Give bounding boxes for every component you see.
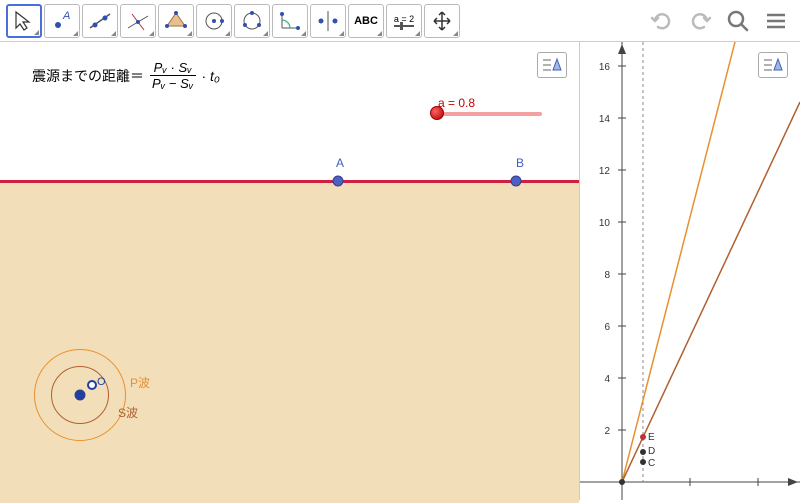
tool-move[interactable] (6, 4, 42, 38)
p-wave-label: P波 (130, 374, 150, 391)
slider-tool-label: a = 2 (394, 14, 414, 24)
tool-text[interactable]: ABC (348, 4, 384, 38)
s-wave-label: S波 (118, 404, 138, 421)
redo-button[interactable] (682, 3, 718, 39)
point-o[interactable] (87, 380, 97, 390)
formula-lhs: 震源までの距離＝ (32, 66, 144, 86)
tool-slider[interactable]: a = 2 (386, 4, 422, 38)
tool-reflect[interactable] (310, 4, 346, 38)
tool-line[interactable] (82, 4, 118, 38)
svg-text:14: 14 (599, 114, 611, 125)
graph-s-line[interactable] (622, 102, 800, 482)
tool-angle[interactable] (272, 4, 308, 38)
svg-text:10: 10 (599, 218, 611, 229)
svg-text:16: 16 (599, 62, 611, 73)
ground-area (0, 183, 579, 503)
text-tool-label: ABC (354, 15, 378, 27)
slider-a-label: a = 0.8 (438, 96, 542, 110)
toolbar: A ABC a = 2 (0, 0, 800, 42)
svg-text:E: E (648, 432, 655, 443)
workspace: 震源までの距離＝ Pᵥ · Sᵥ Pᵥ − Sᵥ · t₀ a = 0.8 A … (0, 42, 800, 500)
slider-a[interactable]: a = 0.8 (432, 96, 542, 116)
slider-track[interactable] (432, 112, 542, 116)
menu-button[interactable] (758, 3, 794, 39)
svg-text:A: A (62, 10, 70, 22)
graphics-view-1[interactable]: 震源までの距離＝ Pᵥ · Sᵥ Pᵥ − Sᵥ · t₀ a = 0.8 A … (0, 42, 580, 500)
search-button[interactable] (720, 3, 756, 39)
svg-text:4: 4 (604, 374, 610, 385)
point-o-label: O (97, 376, 106, 388)
tool-circle-center[interactable] (196, 4, 232, 38)
point-b[interactable] (511, 176, 522, 187)
formula-tail: · t₀ (201, 68, 219, 84)
graph-svg: 2 4 6 8 10 12 14 16 C D E (580, 42, 800, 500)
graphics-view-2[interactable]: 2 4 6 8 10 12 14 16 C D E (580, 42, 800, 500)
tool-move-view[interactable] (424, 4, 460, 38)
graph-p-line[interactable] (622, 42, 735, 482)
svg-text:C: C (648, 458, 655, 469)
formula-fraction: Pᵥ · Sᵥ Pᵥ − Sᵥ (148, 60, 197, 91)
slider-thumb[interactable] (430, 106, 444, 120)
formula: 震源までの距離＝ Pᵥ · Sᵥ Pᵥ − Sᵥ · t₀ (32, 60, 220, 91)
svg-text:2: 2 (604, 426, 610, 437)
undo-button[interactable] (644, 3, 680, 39)
tool-point[interactable]: A (44, 4, 80, 38)
tool-perpendicular[interactable] (120, 4, 156, 38)
svg-text:12: 12 (599, 166, 611, 177)
svg-text:6: 6 (604, 322, 610, 333)
point-a-label: A (336, 156, 344, 170)
svg-text:D: D (648, 446, 655, 457)
view-settings-button-1[interactable] (537, 52, 567, 78)
point-a[interactable] (333, 176, 344, 187)
svg-text:8: 8 (604, 270, 610, 281)
point-b-label: B (516, 156, 524, 170)
tool-circle-3pt[interactable] (234, 4, 270, 38)
point-hypocenter[interactable] (75, 390, 86, 401)
tool-polygon[interactable] (158, 4, 194, 38)
